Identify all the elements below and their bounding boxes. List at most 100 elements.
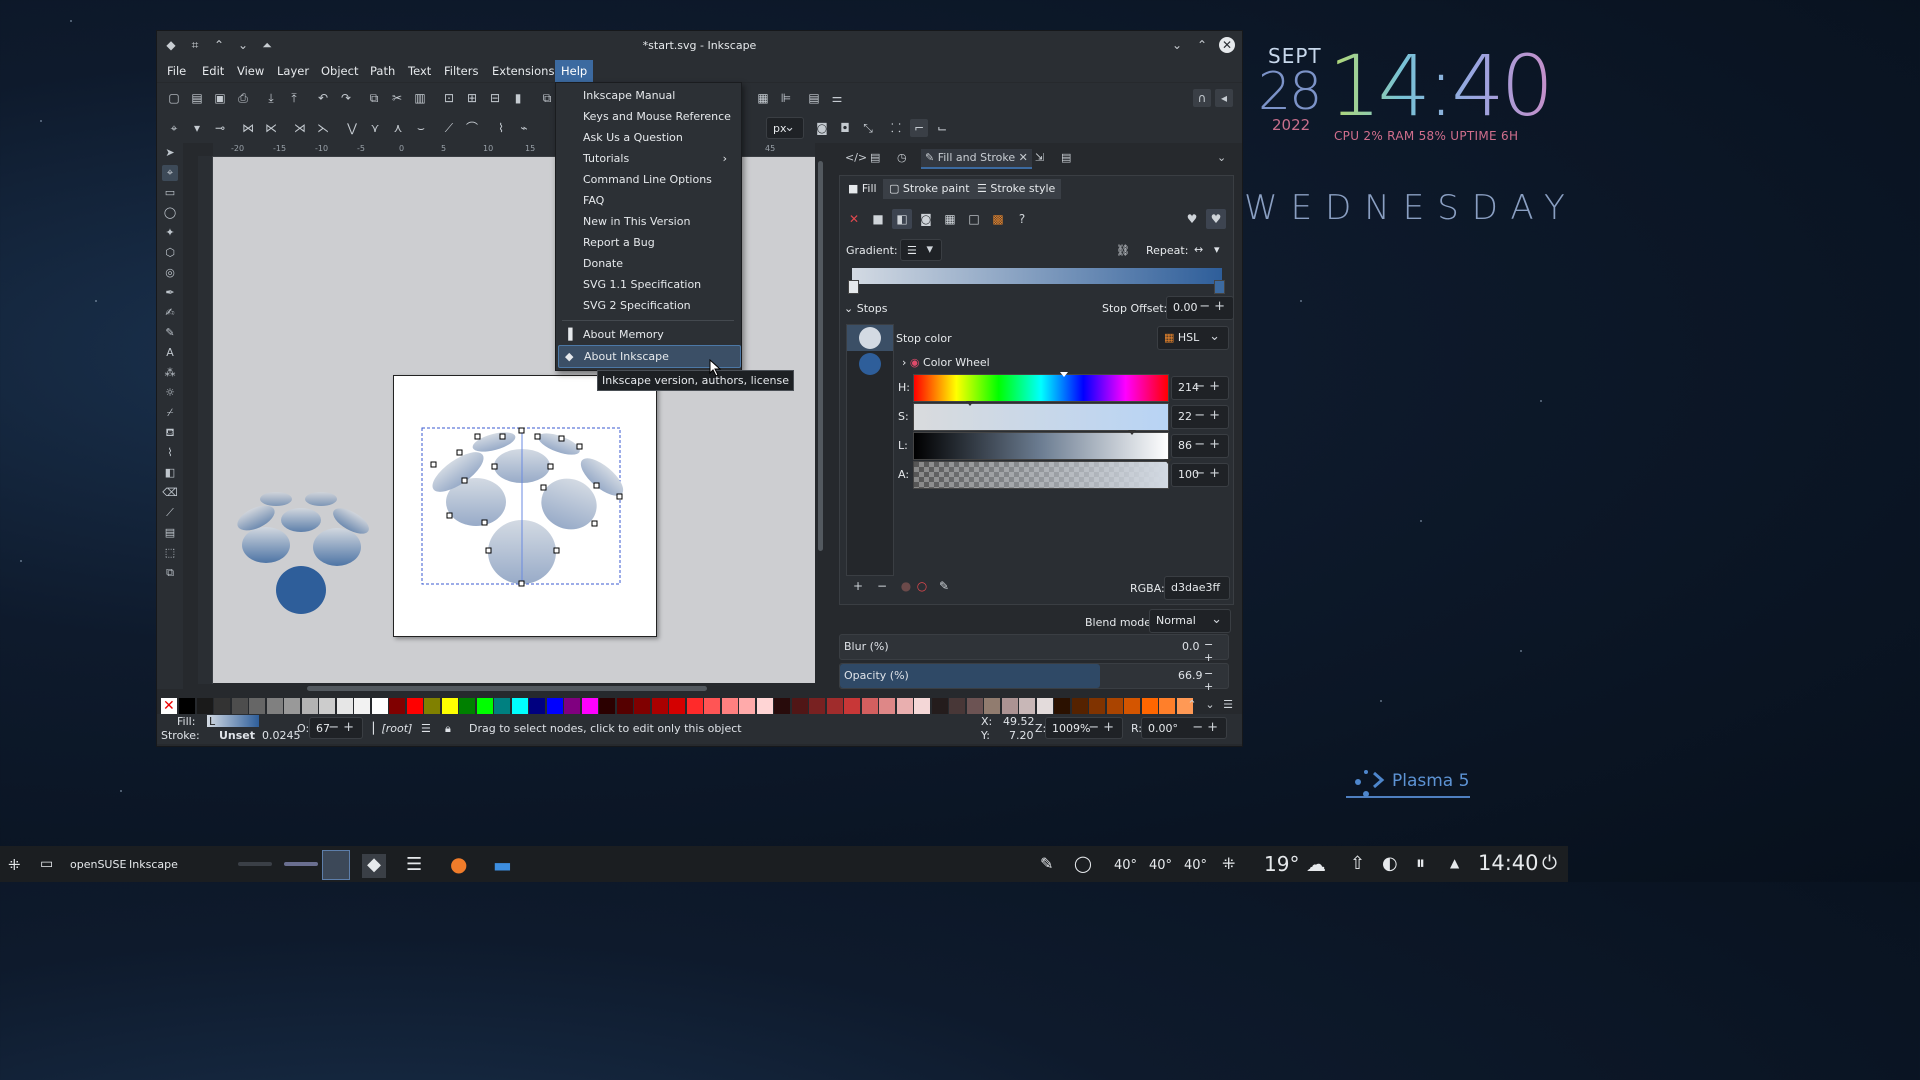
fill-rule-evenodd-icon[interactable]: ♥ xyxy=(1182,209,1202,229)
node-smooth-icon[interactable]: ⋎ xyxy=(366,119,384,137)
palette-swatch[interactable] xyxy=(844,698,860,714)
show-mask-icon[interactable]: ◘ xyxy=(836,119,854,137)
stop-offset-spin[interactable]: 0.00 −+ xyxy=(1166,296,1234,320)
export-icon[interactable]: ⤒ xyxy=(285,89,303,107)
palette-swatch[interactable] xyxy=(476,698,493,714)
rotate-spin[interactable]: 0.00° −+ xyxy=(1141,717,1227,739)
media-pause-icon[interactable]: ⏸ xyxy=(1416,853,1425,874)
weather-temp[interactable]: 19° xyxy=(1264,852,1299,876)
gradient-tool-icon[interactable]: ◧ xyxy=(162,465,178,481)
show-transform-icon[interactable]: ⤡ xyxy=(859,119,877,137)
maximize-icon[interactable]: ⌃ xyxy=(1194,37,1210,53)
menu-path[interactable]: Path xyxy=(364,60,401,82)
menu-extensions[interactable]: Extensions xyxy=(486,60,560,82)
palette-swatch[interactable] xyxy=(441,698,458,714)
palette-swatch[interactable] xyxy=(231,698,248,714)
tweak-tool-icon[interactable]: ☼ xyxy=(162,385,178,401)
palette-swatch[interactable] xyxy=(529,698,545,714)
xml-editor-tab-icon[interactable]: </> xyxy=(845,149,867,167)
help-menu-item[interactable]: Command Line Options xyxy=(558,169,739,190)
swatch-icon[interactable]: ▩ xyxy=(988,209,1008,229)
blur-row[interactable]: Blur (%) 0.0 −+ xyxy=(839,634,1229,664)
slider-thumb[interactable] xyxy=(1059,372,1068,377)
subtab-stroke-paint[interactable]: ▢ Stroke paint xyxy=(883,179,976,199)
window-icon[interactable]: ▭ xyxy=(40,856,53,872)
gradient-stop-handle-start[interactable] xyxy=(848,280,859,294)
zoom-page-icon[interactable]: ⊟ xyxy=(486,89,504,107)
segment-line-icon[interactable]: ⟋ xyxy=(440,119,458,137)
tab-fill-and-stroke[interactable]: ✎ Fill and Stroke ✕ xyxy=(921,149,1032,169)
alpha-slider[interactable] xyxy=(913,459,1172,489)
repeat-mode-icon[interactable]: ↔ xyxy=(1194,243,1203,256)
tray-expand-icon[interactable]: ▲ xyxy=(1450,856,1459,870)
palette-swatch[interactable] xyxy=(896,698,913,714)
palette-swatch[interactable] xyxy=(791,698,808,714)
add-stop-icon[interactable]: + xyxy=(848,576,868,596)
palette-swatch[interactable] xyxy=(809,698,825,714)
menu-file[interactable]: File xyxy=(161,60,192,82)
zoom-selection-icon[interactable]: ⊡ xyxy=(440,89,458,107)
new-document-icon[interactable]: ▢ xyxy=(165,89,183,107)
palette-swatch[interactable] xyxy=(1089,698,1105,714)
palette-swatch[interactable] xyxy=(301,698,318,714)
subtab-stroke-style[interactable]: ☰ Stroke style xyxy=(971,179,1062,199)
palette-swatch[interactable] xyxy=(774,698,790,714)
close-icon[interactable]: ✕ xyxy=(1219,37,1235,53)
print-icon[interactable]: ⎙ xyxy=(234,89,252,107)
fill-rule-nonzero-icon[interactable]: ♥ xyxy=(1206,209,1226,229)
node-auto-icon[interactable]: ⌣ xyxy=(412,119,430,137)
remove-stop-icon[interactable]: − xyxy=(872,576,892,596)
palette-swatch[interactable] xyxy=(1106,698,1123,714)
network-icon[interactable]: ⁜ xyxy=(1222,854,1235,873)
palette-menu-icon[interactable]: ☰ xyxy=(1221,698,1235,714)
selected-mushroom-object[interactable] xyxy=(394,376,656,636)
no-paint-icon[interactable]: ✕ xyxy=(844,209,864,229)
preferences-icon[interactable]: ⚌ xyxy=(828,89,846,107)
link-gradient-icon[interactable]: ⛓ xyxy=(1116,244,1130,257)
slider-thumb[interactable] xyxy=(965,401,974,406)
palette-swatch[interactable] xyxy=(879,698,895,714)
minimize-icon[interactable]: ⌄ xyxy=(1169,37,1185,53)
import-icon[interactable]: ⤓ xyxy=(262,89,280,107)
palette-swatch[interactable] xyxy=(546,698,563,714)
cloud-icon[interactable]: ☁ xyxy=(1306,852,1326,876)
paste-icon[interactable]: ▥ xyxy=(411,89,429,107)
close-tab-icon[interactable]: ✕ xyxy=(1019,151,1028,164)
node-tool-icon[interactable]: ⌖ xyxy=(162,165,178,181)
lightness-spin[interactable]: 86 −+ xyxy=(1171,434,1229,458)
node-symmetric-icon[interactable]: ⋏ xyxy=(389,119,407,137)
volume-icon[interactable]: ◐ xyxy=(1382,853,1398,874)
inkscape-taskbar-icon[interactable]: ◆ xyxy=(362,854,386,878)
palette-swatch[interactable] xyxy=(686,698,703,714)
stop-item-1[interactable] xyxy=(847,325,893,351)
palette-swatch[interactable] xyxy=(669,698,685,714)
gradient-stop-handle-end[interactable] xyxy=(1214,280,1225,294)
plus-minus-icon[interactable]: −+ xyxy=(1204,667,1228,693)
settings-taskbar-icon[interactable]: ☰ xyxy=(406,854,422,875)
help-menu-item[interactable]: Inkscape Manual xyxy=(558,85,739,106)
color-mode-select[interactable]: ▦ HSL ⌄ xyxy=(1157,326,1229,350)
palette-swatch[interactable] xyxy=(599,698,615,714)
object-properties-icon[interactable]: ▦ xyxy=(754,89,772,107)
join-nodes-icon[interactable]: ⋈ xyxy=(239,119,257,137)
flat-color-icon[interactable]: ■ xyxy=(868,209,888,229)
pencil-tool-icon[interactable]: ✎ xyxy=(162,325,178,341)
palette-swatch[interactable] xyxy=(214,698,230,714)
paint-bucket-tool-icon[interactable]: ⛾ xyxy=(162,425,178,441)
rectangle-tool-icon[interactable]: ▭ xyxy=(162,185,178,201)
blend-mode-select[interactable]: Normal ⌄ xyxy=(1149,609,1231,633)
help-menu-item-tutorials[interactable]: Tutorials › xyxy=(558,148,739,169)
save-icon[interactable]: ▣ xyxy=(211,89,229,107)
gradient-library-select[interactable]: ☰ ▾ xyxy=(900,239,942,261)
palette-swatch[interactable] xyxy=(266,698,283,714)
menu-layer[interactable]: Layer xyxy=(271,60,315,82)
palette-swatch[interactable] xyxy=(756,698,773,714)
palette-swatch[interactable] xyxy=(1141,698,1158,714)
palette-swatch[interactable] xyxy=(406,698,423,714)
help-menu-item[interactable]: Ask Us a Question xyxy=(558,127,739,148)
file-manager-taskbar-icon[interactable]: ▬ xyxy=(493,853,512,877)
palette-swatch[interactable] xyxy=(651,698,668,714)
pick-color-icon[interactable]: ✎ xyxy=(934,576,954,596)
palette-swatch[interactable] xyxy=(966,698,983,714)
linear-gradient-icon[interactable]: ◧ xyxy=(892,209,912,229)
